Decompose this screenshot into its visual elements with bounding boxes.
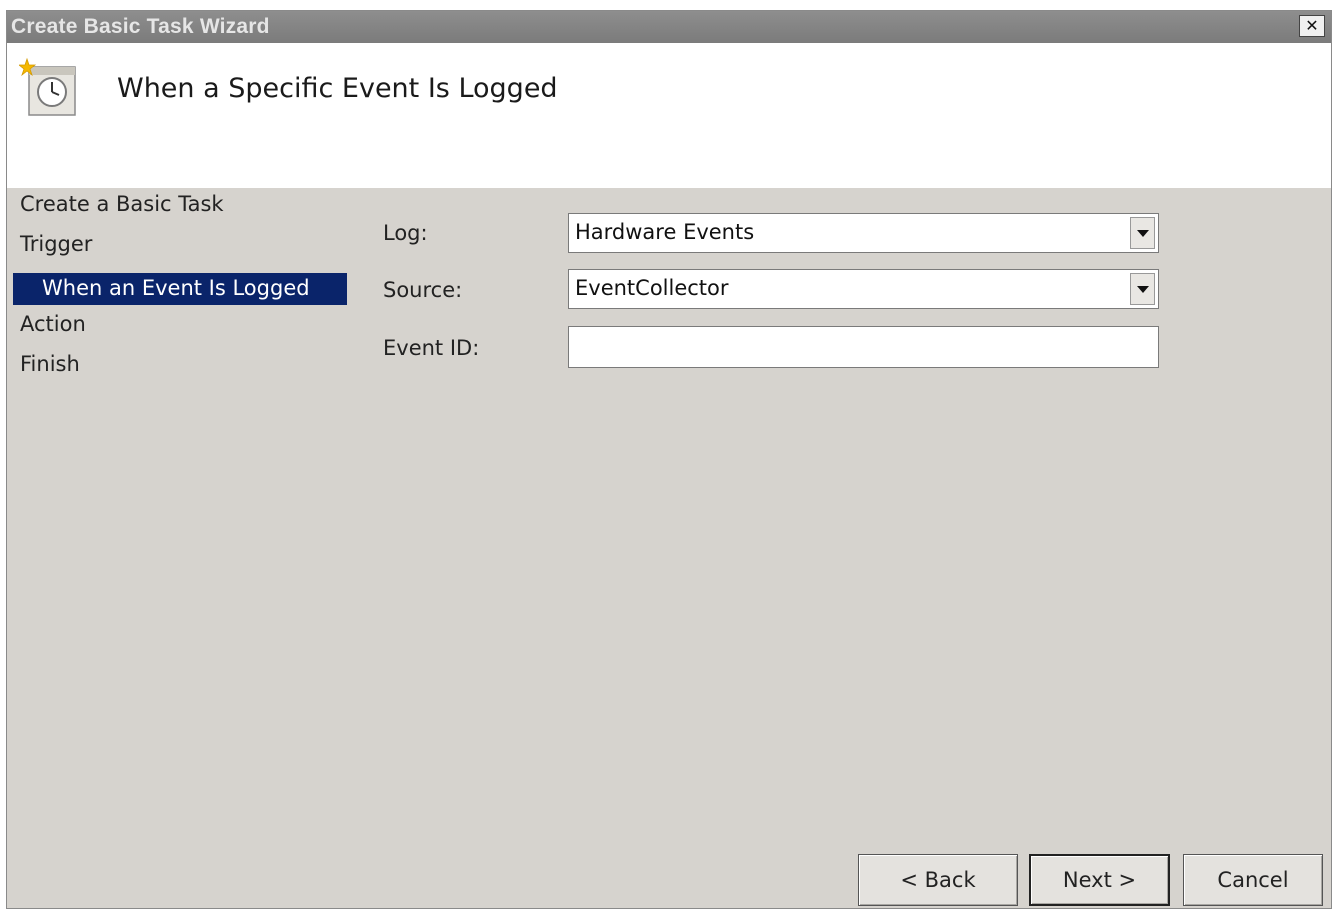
source-dropdown[interactable]: EventCollector xyxy=(568,269,1159,309)
log-value: Hardware Events xyxy=(575,220,755,244)
log-dropdown-arrow[interactable] xyxy=(1130,217,1155,249)
window-title: Create Basic Task Wizard xyxy=(11,15,270,38)
step-finish: Finish xyxy=(20,352,80,376)
back-button[interactable]: < Back xyxy=(858,854,1018,906)
close-icon: ✕ xyxy=(1305,16,1319,35)
chevron-down-icon xyxy=(1136,285,1149,293)
next-button[interactable]: Next > xyxy=(1029,854,1170,906)
wizard-window: Create Basic Task Wizard ✕ When a Specif… xyxy=(6,10,1332,909)
chevron-down-icon xyxy=(1136,229,1149,237)
source-dropdown-arrow[interactable] xyxy=(1130,273,1155,305)
close-button[interactable]: ✕ xyxy=(1299,15,1325,37)
event-id-label: Event ID: xyxy=(383,336,480,360)
title-bar[interactable]: Create Basic Task Wizard ✕ xyxy=(7,11,1331,43)
step-trigger: Trigger xyxy=(20,232,93,256)
step-create-basic-task: Create a Basic Task xyxy=(20,192,224,216)
step-when-event-logged: When an Event Is Logged xyxy=(13,273,347,305)
log-dropdown[interactable]: Hardware Events xyxy=(568,213,1159,253)
page-title: When a Specific Event Is Logged xyxy=(117,73,558,104)
wizard-header: When a Specific Event Is Logged xyxy=(7,43,1331,188)
source-value: EventCollector xyxy=(575,276,729,300)
event-id-field[interactable] xyxy=(568,326,1159,368)
task-scheduler-clock-icon xyxy=(19,57,76,116)
source-label: Source: xyxy=(383,278,463,302)
wizard-steps-list: Create a Basic Task Trigger When an Even… xyxy=(13,189,347,389)
cancel-button[interactable]: Cancel xyxy=(1183,854,1323,906)
log-label: Log: xyxy=(383,221,428,245)
step-action: Action xyxy=(20,312,86,336)
